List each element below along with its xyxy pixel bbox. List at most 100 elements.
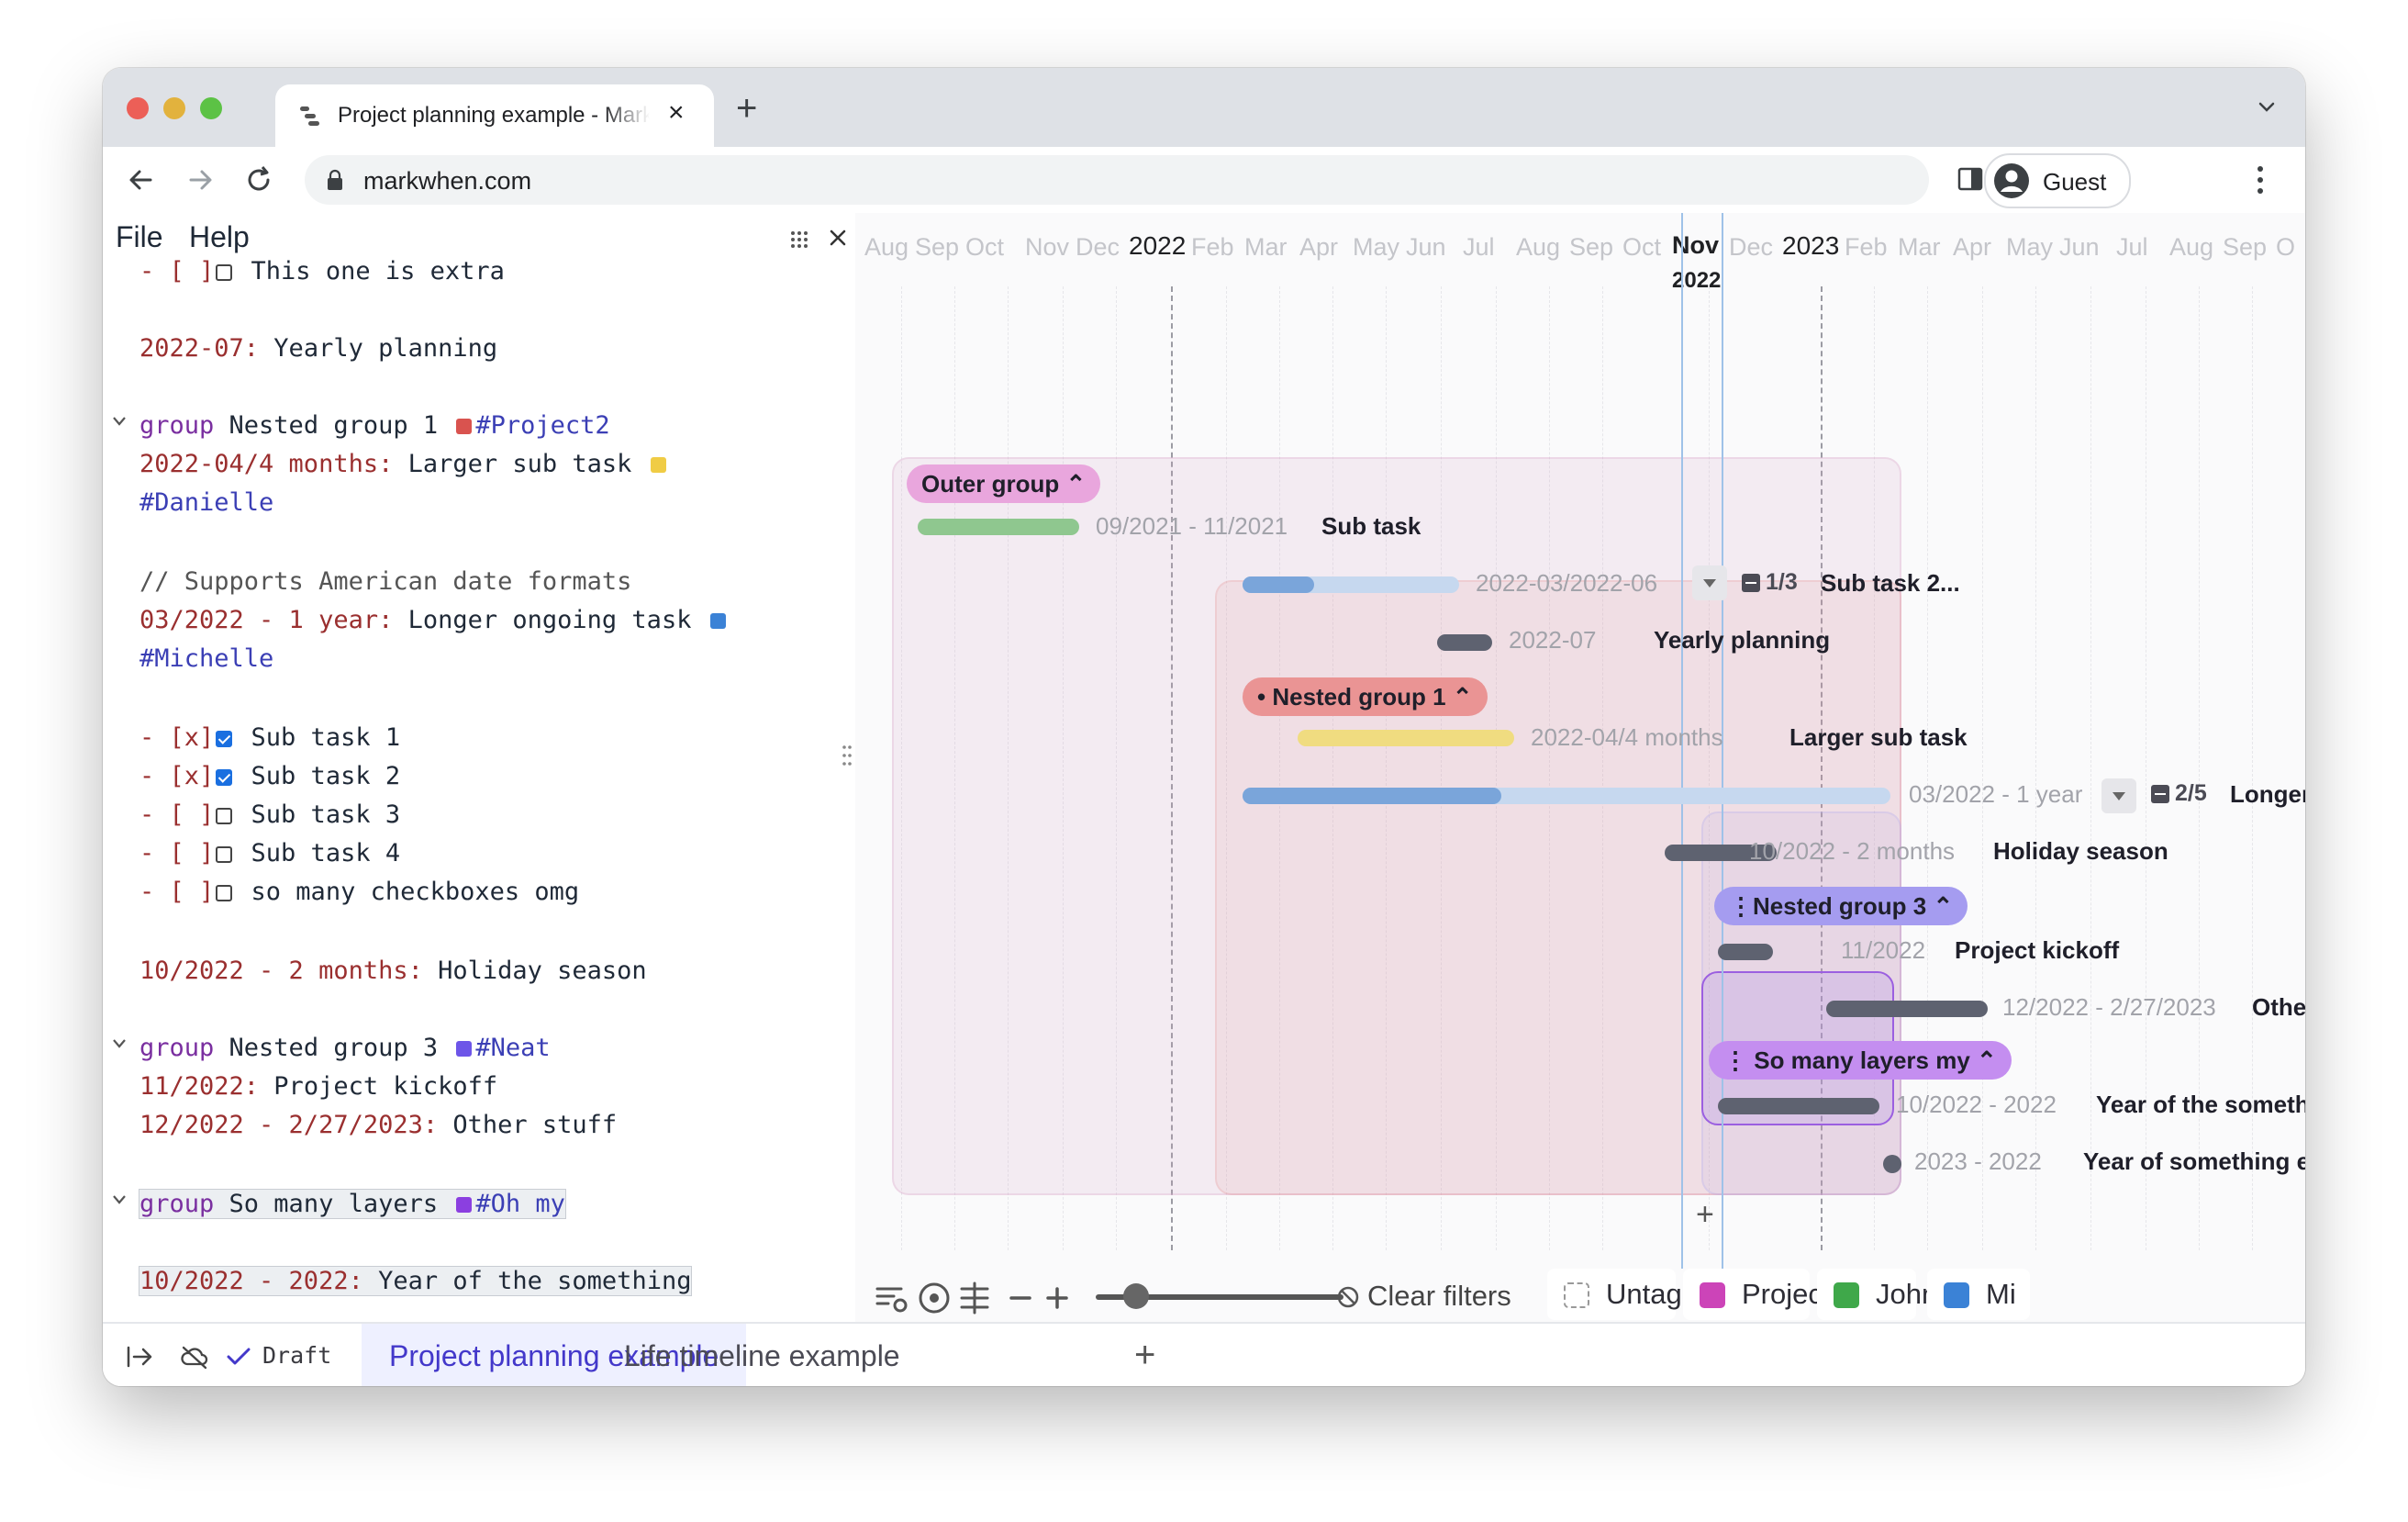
code-line: - [x] Sub task 1 <box>139 723 401 752</box>
code-line: 10/2022 - 2 months: Holiday season <box>139 957 647 985</box>
browser-toolbar: markwhen.com Guest <box>103 147 2305 215</box>
editor-pane[interactable]: File Help - [ ] This one is extra 2022-0… <box>103 213 855 1322</box>
cloud-off-icon[interactable] <box>180 1344 209 1370</box>
month-label: Feb <box>1845 233 1888 261</box>
task-name[interactable]: Project kickoff <box>1955 936 2119 965</box>
close-window-button[interactable] <box>127 97 149 119</box>
browser-window: Project planning example - Markwhen × + … <box>103 68 2305 1386</box>
filter-sort-icon[interactable] <box>874 1280 910 1316</box>
avatar-icon <box>1994 163 2029 198</box>
checkmark-icon <box>227 1348 251 1365</box>
task-name[interactable]: Holiday season <box>1993 837 2168 866</box>
tag-chip-project1[interactable]: Project1 <box>1683 1269 1846 1320</box>
zoom-out-icon[interactable] <box>1002 1280 1039 1316</box>
tag-color-swatch <box>1700 1282 1725 1308</box>
profile-button[interactable]: Guest <box>1984 153 2131 208</box>
browser-menu-icon[interactable] <box>2256 163 2265 196</box>
file-menu[interactable]: File <box>116 220 163 254</box>
tab-life-timeline[interactable]: Life timeline example <box>596 1324 928 1386</box>
markwhen-favicon-icon <box>300 106 319 126</box>
tag-chip-john[interactable]: John <box>1817 1269 1937 1320</box>
toggle-sidebar-icon[interactable] <box>125 1344 154 1370</box>
tab-close-icon[interactable]: × <box>668 97 685 129</box>
tag-chip-mi[interactable]: Mi <box>1927 1269 2030 1320</box>
checkbox[interactable] <box>216 808 233 824</box>
expand-checklist-button[interactable] <box>2101 778 2136 813</box>
task-bar-yearly-planning[interactable] <box>1437 634 1492 651</box>
checkbox[interactable] <box>216 885 233 901</box>
fold-chevron-icon[interactable] <box>110 415 128 428</box>
address-bar[interactable]: markwhen.com <box>305 155 1929 205</box>
code-comment: // Supports American date formats <box>139 567 632 596</box>
jump-to-today-icon[interactable] <box>916 1280 953 1316</box>
back-arrow-icon[interactable] <box>123 162 160 198</box>
task-name[interactable]: Year of the something <box>2096 1091 2305 1119</box>
current-year-label: 2022 <box>1672 268 1722 293</box>
task-name[interactable]: Sub task 2... <box>1821 569 1960 598</box>
month-label: Jun <box>1406 233 1446 261</box>
lock-icon <box>328 169 342 190</box>
month-label: Sep <box>2223 233 2268 261</box>
outer-group-pill[interactable]: Outer group ⌃ <box>907 464 1101 503</box>
fold-chevron-icon[interactable] <box>110 1037 128 1050</box>
code-line: 12/2022 - 2/27/2023: Other stuff <box>139 1111 618 1139</box>
reload-icon[interactable] <box>240 162 277 198</box>
help-menu[interactable]: Help <box>189 220 250 254</box>
task-name[interactable]: Larger sub task <box>1789 723 1968 752</box>
task-name[interactable]: Sub task <box>1321 512 1421 541</box>
expand-checklist-button[interactable] <box>1692 565 1727 600</box>
zoom-slider-thumb[interactable] <box>1123 1283 1149 1309</box>
task-name[interactable]: Year of something else <box>2083 1147 2305 1176</box>
resize-handle-icon[interactable] <box>842 742 852 769</box>
task-name[interactable]: Longer <box>2230 780 2305 809</box>
code-line: #Danielle <box>139 488 274 517</box>
task-bar-longer-ongoing[interactable] <box>1243 788 1890 804</box>
zoom-window-button[interactable] <box>200 97 222 119</box>
forward-arrow-icon[interactable] <box>182 162 218 198</box>
layers-group-pill[interactable]: ⋮ So many layers my ⌃ <box>1709 1041 2012 1080</box>
nested-group-3-pill[interactable]: ⋮Nested group 3 ⌃ <box>1714 887 1968 925</box>
checkbox[interactable] <box>216 846 233 863</box>
side-panel-icon[interactable] <box>1956 165 1984 193</box>
task-name[interactable]: Yearly planning <box>1654 626 1830 655</box>
task-bar-project-kickoff[interactable] <box>1718 944 1773 960</box>
minimize-window-button[interactable] <box>163 97 185 119</box>
grid-icon[interactable] <box>789 229 809 250</box>
caret-down-icon <box>2113 792 2125 800</box>
tag-color-swatch <box>456 419 473 434</box>
tab-search-chevron-icon[interactable] <box>2256 95 2278 118</box>
task-bar-other-stuff[interactable] <box>1826 1001 1988 1017</box>
month-label: May <box>1353 233 1400 261</box>
browser-tab-active[interactable]: Project planning example - Markwhen × <box>275 84 714 147</box>
fold-chevron-icon[interactable] <box>110 1193 128 1206</box>
new-tab-button[interactable]: + <box>736 88 757 129</box>
checkbox[interactable] <box>216 264 233 281</box>
nested-group-1-pill[interactable]: • Nested group 1 ⌃ <box>1243 677 1488 716</box>
tag-color-swatch <box>456 1197 473 1213</box>
tag-color-swatch <box>1834 1282 1859 1308</box>
month-label: Sep <box>915 233 960 261</box>
checkbox[interactable] <box>216 731 233 747</box>
month-label: Feb <box>1191 233 1234 261</box>
checkbox[interactable] <box>216 769 233 786</box>
task-bar-year-of-the-something[interactable] <box>1718 1098 1879 1114</box>
zoom-in-icon[interactable] <box>1039 1280 1076 1316</box>
timeline-pane[interactable]: Aug Sep Oct Nov Dec 2022 Feb Mar Apr May… <box>855 213 2305 1322</box>
task-name[interactable]: Other stuff <box>2252 993 2305 1022</box>
task-bar-larger-sub-task[interactable] <box>1298 730 1514 746</box>
task-bar-sub-task-2[interactable] <box>1243 576 1459 593</box>
month-label: Apr <box>1953 233 1992 261</box>
task-bar-sub-task[interactable] <box>918 519 1079 535</box>
close-icon[interactable] <box>826 226 850 250</box>
code-line: 11/2022: Project kickoff <box>139 1072 498 1101</box>
month-label: Mar <box>1244 233 1288 261</box>
add-event-button[interactable]: + <box>1696 1197 1714 1233</box>
clear-filters-button[interactable]: Clear filters <box>1336 1280 1511 1313</box>
task-date: 2022-07 <box>1509 626 1597 654</box>
milestone-point[interactable] <box>1883 1155 1901 1173</box>
collapse-rows-icon[interactable] <box>956 1280 993 1316</box>
add-document-button[interactable]: + <box>1134 1335 1155 1376</box>
tag-chip-untagged[interactable]: Untagged <box>1547 1269 1729 1320</box>
code-line: - [ ] so many checkboxes omg <box>139 878 580 906</box>
code-line: #Michelle <box>139 644 274 673</box>
